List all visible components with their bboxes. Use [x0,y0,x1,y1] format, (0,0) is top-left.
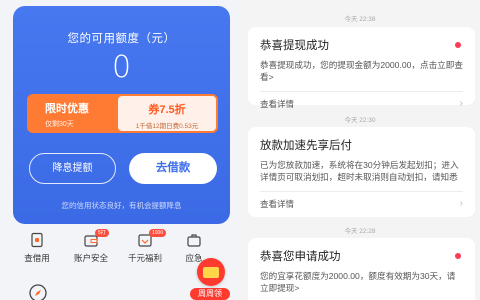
message-title: 恭喜提现成功 [260,40,329,52]
quick-item-badge: 5打 [95,229,109,237]
credit-title: 您的可用额度（元） [67,33,176,45]
quick-item-label: 千元福利 [127,253,162,263]
chevron-right-icon: › [459,98,463,109]
message-footer[interactable]: 查看详情 › [260,92,463,114]
view-detail-link[interactable]: 查看详情 [260,198,294,210]
message-body: 您的宜享花额度为2000.00，额度有效期为30天，请立即提现> [260,271,456,293]
promo-description: 1千借12期日费0.53元 [135,123,199,130]
promo-rate: 券7.5折 [148,104,186,116]
view-detail-link[interactable]: 查看详情 [260,98,294,110]
weekly-gift-widget[interactable]: 周周领 [190,258,230,300]
briefcase-icon [187,234,201,247]
message-body: 恭喜提现成功，您的提现金额为2000.00，点击立即查看> [260,60,463,82]
message-footer[interactable]: 查看详情 › [260,192,463,214]
message-card[interactable]: 放款加速先享后付 已为您放款加速，系统将在30分钟后发起划扣；进入详情页可取消划… [248,127,475,217]
quick-item-label: 账户安全 [73,253,108,263]
gift-label: 周周领 [190,288,230,300]
credit-amount: 0 [111,50,132,85]
chevron-right-icon: › [459,198,463,209]
document-icon [31,232,43,248]
quick-item-badge: 1000 [149,229,167,237]
gift-icon [197,258,225,286]
promo-coupon[interactable]: 券7.5折 1千借12期日费0.53元 [118,96,216,131]
promo-subtitle: 仅剩30天 [45,121,74,128]
lower-interest-button[interactable]: 降息提额 [29,153,116,184]
message-card[interactable]: 恭喜提现成功 恭喜提现成功，您的提现金额为2000.00，点击立即查看> 查看详… [248,27,475,109]
message-time: 今天 22:28 [344,228,376,235]
message-time: 今天 22:30 [344,117,376,124]
credit-status-tip: 您的信用状态良好，有机会提额降息 [61,201,182,210]
home-panel: 您的可用额度（元） 0 限时优惠 仅剩30天 券7.5折 1千借12期日费0.5… [0,0,240,300]
message-title: 恭喜您申请成功 [260,251,341,263]
borrow-button[interactable]: 去借款 [129,153,217,184]
unread-dot [455,42,461,48]
message-card[interactable]: 恭喜您申请成功 您的宜享花额度为2000.00，额度有效期为30天，请立即提现> [248,238,475,300]
message-body: 已为您放款加速，系统将在30分钟后发起划扣；进入详情页可取消划扣，超时未取消则自… [260,160,459,182]
promo-banner[interactable]: 限时优惠 仅剩30天 券7.5折 1千借12期日费0.53元 [27,94,218,133]
quick-item-welfare[interactable]: 1000 千元福利 [123,229,167,264]
quick-item-query-borrow[interactable]: 查借用 [15,232,59,264]
messages-panel: 今天 22:38 恭喜提现成功 恭喜提现成功，您的提现金额为2000.00，点击… [240,0,480,300]
promo-title: 限时优惠 [45,103,89,115]
quick-item-label: 查借用 [24,253,50,263]
message-time: 今天 22:38 [344,16,376,23]
message-title: 放款加速先享后付 [260,140,352,152]
quick-item-account-security[interactable]: 5打 账户安全 [69,229,113,264]
promo-left: 限时优惠 仅剩30天 [27,94,119,133]
credit-card: 您的可用额度（元） 0 限时优惠 仅剩30天 券7.5折 1千借12期日费0.5… [13,6,230,224]
compass-icon[interactable] [28,283,48,300]
unread-dot [455,253,461,259]
